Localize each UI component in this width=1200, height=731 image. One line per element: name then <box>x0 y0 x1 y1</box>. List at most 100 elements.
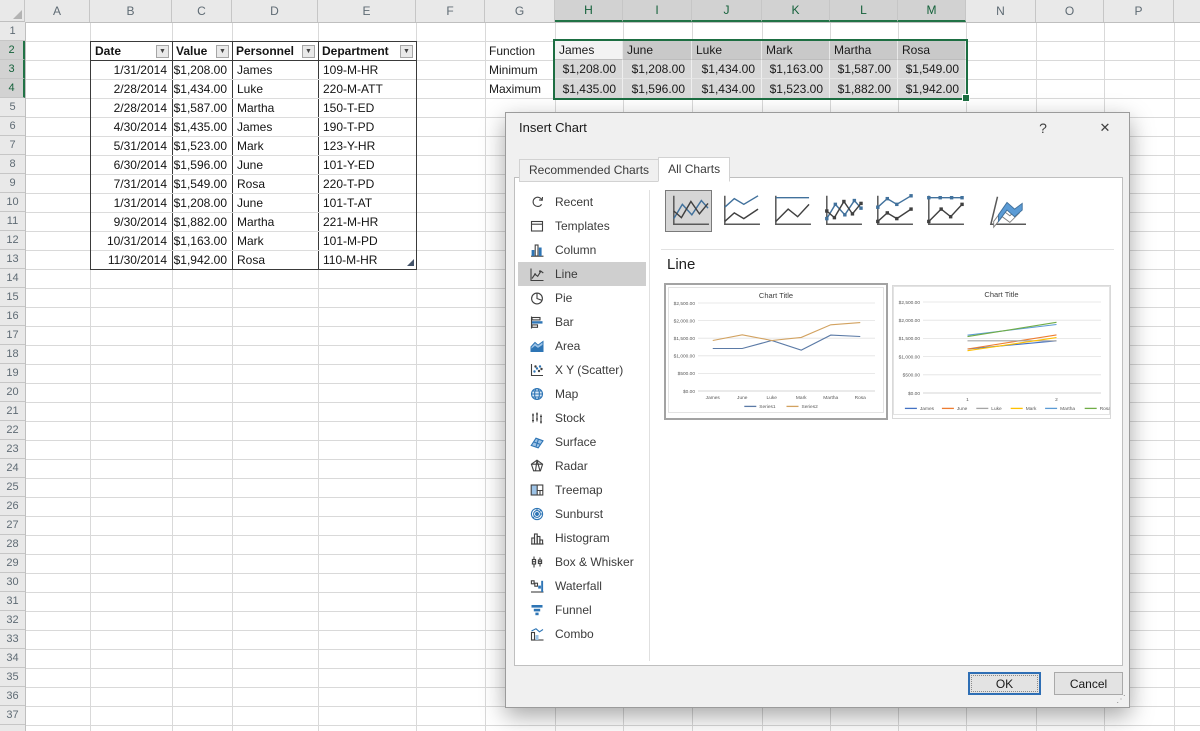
cell-I3[interactable]: $1,208.00 <box>623 60 692 79</box>
cell-G3[interactable]: Minimum <box>487 60 553 79</box>
column-header-B[interactable]: B <box>90 0 172 22</box>
cell-G4[interactable]: Maximum <box>487 79 553 98</box>
cell-E5[interactable]: 150-T-ED <box>318 99 416 118</box>
column-header-O[interactable]: O <box>1036 0 1104 22</box>
column-header-G[interactable]: G <box>485 0 555 22</box>
chart-type-bar[interactable]: Bar <box>518 310 646 334</box>
row-header-24[interactable]: 24 <box>0 459 25 478</box>
row-header-4[interactable]: 4 <box>0 79 25 98</box>
cell-D10[interactable]: June <box>232 194 318 213</box>
column-header-N[interactable]: N <box>966 0 1036 22</box>
row-header-34[interactable]: 34 <box>0 649 25 668</box>
cell-J4[interactable]: $1,434.00 <box>692 79 762 98</box>
cell-B11[interactable]: 9/30/2014 <box>91 213 172 232</box>
row-header-16[interactable]: 16 <box>0 307 25 326</box>
tab-all-charts[interactable]: All Charts <box>658 157 730 182</box>
select-all-corner[interactable] <box>0 0 25 22</box>
subtype-100-percent-stacked-line-with-markers[interactable] <box>920 190 967 232</box>
cell-B7[interactable]: 5/31/2014 <box>91 137 172 156</box>
tab-recommended-charts[interactable]: Recommended Charts <box>519 159 659 182</box>
cell-B10[interactable]: 1/31/2014 <box>91 194 172 213</box>
cell-K4[interactable]: $1,523.00 <box>762 79 830 98</box>
row-header-8[interactable]: 8 <box>0 155 25 174</box>
row-header-27[interactable]: 27 <box>0 516 25 535</box>
subtype-line[interactable] <box>665 190 712 232</box>
row-header-22[interactable]: 22 <box>0 421 25 440</box>
column-header-L[interactable]: L <box>830 0 898 22</box>
selection-fill-handle[interactable] <box>962 94 970 102</box>
row-header-14[interactable]: 14 <box>0 269 25 288</box>
cell-B9[interactable]: 7/31/2014 <box>91 175 172 194</box>
column-header-P[interactable]: P <box>1104 0 1174 22</box>
cell-H3[interactable]: $1,208.00 <box>555 60 623 79</box>
cell-D12[interactable]: Mark <box>232 232 318 251</box>
cell-D6[interactable]: James <box>232 118 318 137</box>
cell-C11[interactable]: $1,882.00 <box>172 213 232 232</box>
cell-K3[interactable]: $1,163.00 <box>762 60 830 79</box>
close-icon[interactable]: ✕ <box>1089 113 1121 143</box>
chart-type-templates[interactable]: Templates <box>518 214 646 238</box>
chart-type-area[interactable]: Area <box>518 334 646 358</box>
cell-E4[interactable]: 220-M-ATT <box>318 80 416 99</box>
cell-E7[interactable]: 123-Y-HR <box>318 137 416 156</box>
cell-D11[interactable]: Martha <box>232 213 318 232</box>
cell-M2[interactable]: Rosa <box>898 41 966 60</box>
row-header-15[interactable]: 15 <box>0 288 25 307</box>
subtype-line-with-markers[interactable] <box>818 190 865 232</box>
cell-B6[interactable]: 4/30/2014 <box>91 118 172 137</box>
row-header-33[interactable]: 33 <box>0 630 25 649</box>
cell-H2[interactable]: James <box>555 41 623 60</box>
chart-type-line[interactable]: Line <box>518 262 646 286</box>
cell-D3[interactable]: James <box>232 61 318 80</box>
cell-M3[interactable]: $1,549.00 <box>898 60 966 79</box>
cell-C6[interactable]: $1,435.00 <box>172 118 232 137</box>
filter-button-date[interactable]: ▼ <box>156 45 169 58</box>
cell-L2[interactable]: Martha <box>830 41 898 60</box>
row-header-19[interactable]: 19 <box>0 364 25 383</box>
cell-C4[interactable]: $1,434.00 <box>172 80 232 99</box>
ok-button[interactable]: OK <box>968 672 1041 695</box>
cell-C3[interactable]: $1,208.00 <box>172 61 232 80</box>
preview-line-chart-by-person[interactable]: Chart Title$0.00$500.00$1,000.00$1,500.0… <box>892 285 1111 419</box>
subtype-3d-line[interactable] <box>983 190 1030 232</box>
filter-button-department[interactable]: ▼ <box>400 45 413 58</box>
row-header-10[interactable]: 10 <box>0 193 25 212</box>
row-header-21[interactable]: 21 <box>0 402 25 421</box>
subtype-100-percent-stacked-line[interactable] <box>767 190 814 232</box>
column-header-K[interactable]: K <box>762 0 830 22</box>
cell-I4[interactable]: $1,596.00 <box>623 79 692 98</box>
cell-C8[interactable]: $1,596.00 <box>172 156 232 175</box>
column-header-F[interactable]: F <box>416 0 485 22</box>
cell-L3[interactable]: $1,587.00 <box>830 60 898 79</box>
column-header-I[interactable]: I <box>623 0 692 22</box>
cell-J3[interactable]: $1,434.00 <box>692 60 762 79</box>
cancel-button[interactable]: Cancel <box>1054 672 1123 695</box>
row-header-36[interactable]: 36 <box>0 687 25 706</box>
cell-C12[interactable]: $1,163.00 <box>172 232 232 251</box>
cell-B5[interactable]: 2/28/2014 <box>91 99 172 118</box>
cell-E10[interactable]: 101-T-AT <box>318 194 416 213</box>
cell-L4[interactable]: $1,882.00 <box>830 79 898 98</box>
row-header-32[interactable]: 32 <box>0 611 25 630</box>
row-header-13[interactable]: 13 <box>0 250 25 269</box>
column-header-M[interactable]: M <box>898 0 966 22</box>
row-header-11[interactable]: 11 <box>0 212 25 231</box>
cell-E8[interactable]: 101-Y-ED <box>318 156 416 175</box>
row-header-5[interactable]: 5 <box>0 98 25 117</box>
cell-J2[interactable]: Luke <box>692 41 762 60</box>
row-header-6[interactable]: 6 <box>0 117 25 136</box>
cell-C7[interactable]: $1,523.00 <box>172 137 232 156</box>
cell-B12[interactable]: 10/31/2014 <box>91 232 172 251</box>
row-header-23[interactable]: 23 <box>0 440 25 459</box>
chart-type-stock[interactable]: Stock <box>518 406 646 430</box>
row-header-28[interactable]: 28 <box>0 535 25 554</box>
cell-K2[interactable]: Mark <box>762 41 830 60</box>
cell-B8[interactable]: 6/30/2014 <box>91 156 172 175</box>
chart-type-waterfall[interactable]: Waterfall <box>518 574 646 598</box>
cell-D4[interactable]: Luke <box>232 80 318 99</box>
cell-E6[interactable]: 190-T-PD <box>318 118 416 137</box>
cell-D9[interactable]: Rosa <box>232 175 318 194</box>
cell-E9[interactable]: 220-T-PD <box>318 175 416 194</box>
column-header-J[interactable]: J <box>692 0 762 22</box>
subtype-stacked-line[interactable] <box>716 190 763 232</box>
